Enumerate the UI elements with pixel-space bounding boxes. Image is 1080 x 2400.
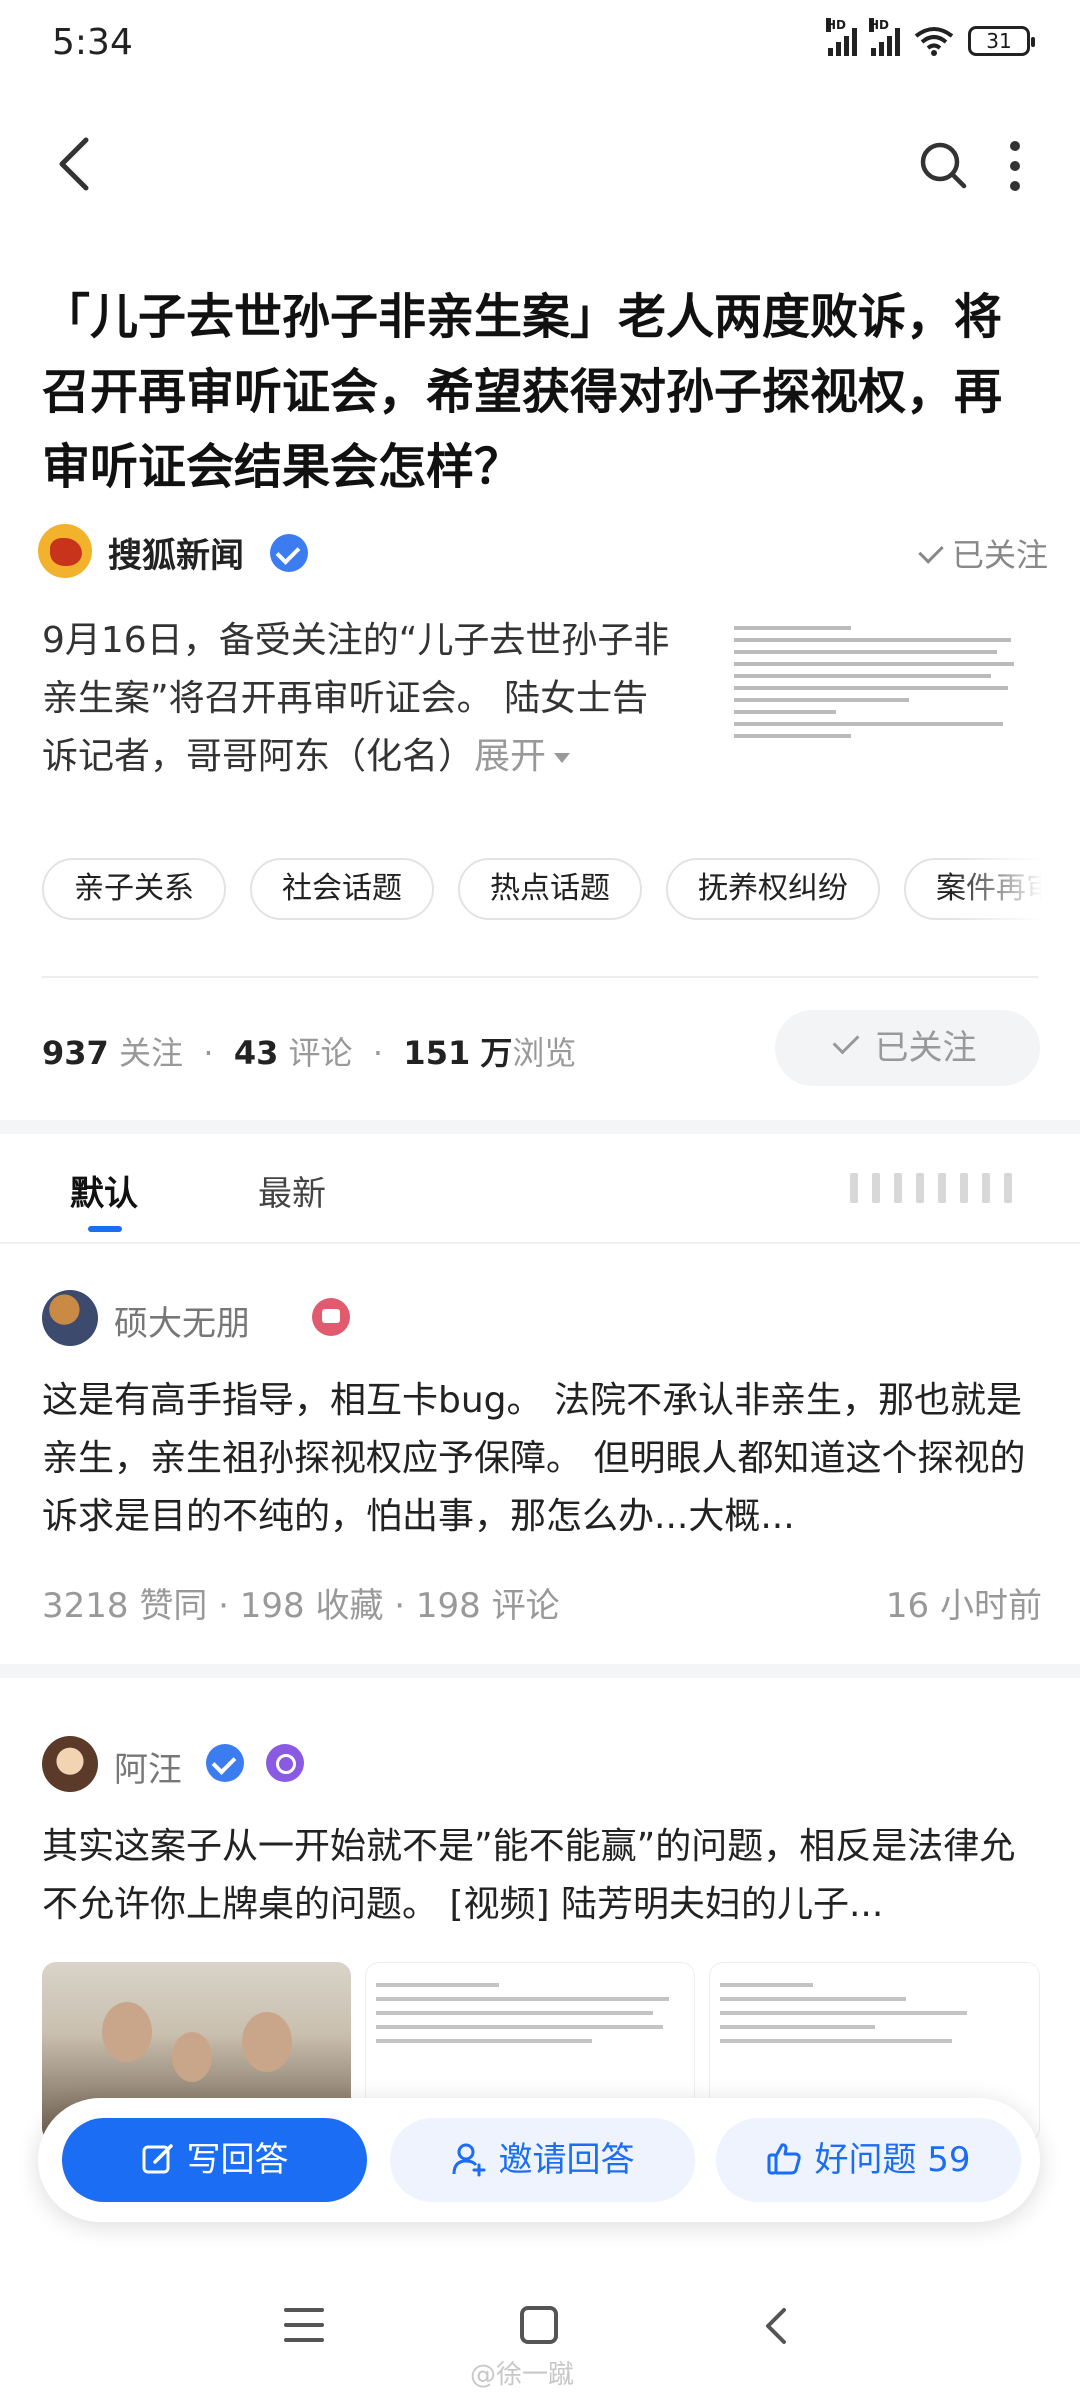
section-separator — [0, 1664, 1080, 1678]
source-follow-label: 已关注 — [951, 536, 1048, 574]
view-count: 151 — [403, 1034, 471, 1072]
question-title: 「儿子去世孙子非亲生案」老人两度败诉，将召开再审听证会，希望获得对孙子探视权，再… — [42, 289, 1003, 495]
check-icon — [832, 1027, 859, 1055]
tag-fade — [952, 858, 1042, 924]
signal-icon: HD — [826, 18, 857, 56]
author-name[interactable]: 阿汪 — [114, 1742, 182, 1791]
system-nav-bar: @徐一蹴 — [0, 2270, 1080, 2400]
status-icons: HD HD 31 — [826, 18, 1035, 56]
tag-item[interactable]: 抚养权纠纷 — [666, 858, 880, 920]
view-unit: 万 — [480, 1034, 513, 1072]
tag-item[interactable]: 亲子关系 — [42, 858, 226, 920]
status-bar: 5:34 HD HD 31 — [0, 0, 1080, 96]
divider — [42, 976, 1038, 978]
tag-item[interactable]: 社会话题 — [250, 858, 434, 920]
tag-item[interactable]: 热点话题 — [458, 858, 642, 920]
write-answer-button[interactable]: 写回答 — [62, 2118, 367, 2202]
check-icon — [918, 538, 944, 564]
good-question-label: 好问题 59 — [814, 2140, 971, 2180]
avatar[interactable] — [42, 1736, 98, 1792]
write-answer-label: 写回答 — [186, 2140, 289, 2180]
follow-label: 关注 — [118, 1034, 183, 1072]
expand-link[interactable]: 展开 — [474, 736, 546, 777]
section-separator — [0, 1120, 1080, 1134]
verified-icon — [206, 1744, 244, 1782]
comment-count: 43 — [233, 1034, 279, 1072]
more-vertical-icon[interactable] — [1000, 138, 1030, 194]
invite-answer-label: 邀请回答 — [498, 2140, 635, 2180]
answer-excerpt[interactable]: 这是有高手指导，相互卡bug。 法院不承认非亲生，那也就是亲生，亲生祖孙探视权应… — [42, 1372, 1042, 1546]
collect-count[interactable]: 198 收藏 — [240, 1586, 384, 1626]
tab-latest[interactable]: 最新 — [258, 1166, 326, 1215]
avatar[interactable] — [42, 1290, 98, 1346]
summary-text: 9月16日，备受关注的“儿子去世孙子非亲生案”将召开再审听证会。 陆女士告诉记者… — [42, 620, 670, 777]
comment-label: 评论 — [288, 1034, 353, 1072]
answer-meta: 3218 赞同 · 198 收藏 · 198 评论 16 小时前 — [42, 1578, 1042, 1627]
battery-icon: 31 — [968, 26, 1035, 56]
search-icon[interactable] — [918, 140, 968, 190]
answer-tabs: 默认 最新 — [0, 1134, 1080, 1244]
topic-tags: 亲子关系 社会话题 热点话题 抚养权纠纷 案件再审 — [42, 858, 1042, 924]
good-question-button[interactable]: 好问题 59 — [716, 2118, 1021, 2202]
question-stats: 937 关注 · 43 评论 · 151 万浏览 — [42, 1034, 577, 1072]
signal-icon-2: HD — [869, 18, 900, 56]
follow-count: 937 — [42, 1034, 109, 1072]
follow-question-button[interactable]: 已关注 — [775, 1010, 1040, 1086]
answer-author-row[interactable]: 硕大无朋 — [42, 1290, 442, 1350]
menu-icon[interactable] — [284, 2308, 324, 2342]
question-summary[interactable]: 9月16日，备受关注的“儿子去世孙子非亲生案”将召开再审听证会。 陆女士告诉记者… — [42, 612, 682, 786]
source-name[interactable]: 搜狐新闻 — [108, 528, 244, 577]
invite-answer-button[interactable]: 邀请回答 — [390, 2118, 695, 2202]
author-name[interactable]: 硕大无朋 — [114, 1296, 250, 1345]
source-follow-status[interactable]: 已关注 — [918, 530, 1048, 576]
expand-caret-icon — [554, 753, 571, 763]
view-label: 浏览 — [512, 1034, 577, 1072]
answer-time: 16 小时前 — [885, 1586, 1042, 1626]
watermark: @徐一蹴 — [470, 2360, 575, 2390]
follow-button-label: 已关注 — [874, 1028, 977, 1068]
wifi-icon — [914, 27, 954, 56]
back-arrow-icon[interactable] — [50, 134, 100, 194]
source-logo[interactable] — [38, 524, 92, 578]
source-row: 搜狐新闻 已关注 — [38, 520, 1048, 590]
comment-count[interactable]: 198 评论 — [416, 1586, 560, 1626]
author-badge-icon — [266, 1744, 304, 1782]
like-count[interactable]: 3218 赞同 — [42, 1586, 207, 1626]
invite-user-icon — [452, 2143, 485, 2176]
status-time: 5:34 — [52, 22, 133, 63]
back-icon[interactable] — [760, 2306, 790, 2346]
tab-default[interactable]: 默认 — [70, 1166, 138, 1215]
bottom-action-bar: 写回答 邀请回答 好问题 59 — [38, 2098, 1040, 2222]
author-badge-icon — [312, 1298, 350, 1336]
answer-excerpt[interactable]: 其实这案子从一开始就不是”能不能赢”的问题，相反是法律允不允许你上牌桌的问题。 … — [42, 1818, 1042, 1934]
thumbs-up-icon — [767, 2142, 802, 2174]
summary-thumbnail[interactable] — [720, 610, 1040, 810]
home-icon[interactable] — [520, 2306, 558, 2344]
sort-icon[interactable] — [850, 1170, 1040, 1206]
answer-author-row[interactable]: 阿汪 — [42, 1736, 442, 1796]
top-nav — [0, 110, 1080, 220]
verified-icon — [270, 534, 308, 572]
edit-icon — [142, 2143, 173, 2173]
tab-indicator — [88, 1226, 122, 1232]
